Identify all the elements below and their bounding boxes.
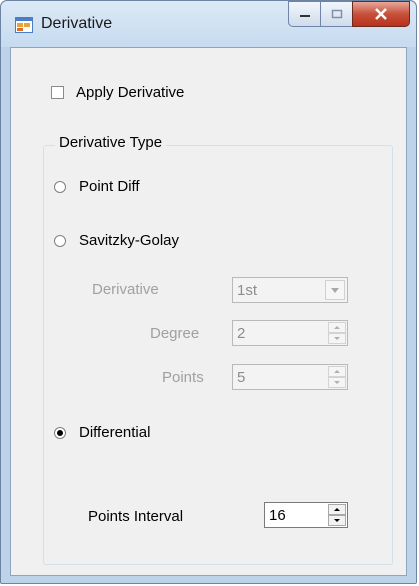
derivative-type-group: Derivative Type Point Diff Savitzky-Gola… bbox=[43, 134, 393, 565]
points-interval-label: Points Interval bbox=[88, 508, 184, 525]
sg-points-label: Points bbox=[162, 369, 204, 386]
spin-down-icon[interactable] bbox=[328, 377, 346, 388]
savitzky-golay-option[interactable]: Savitzky-Golay bbox=[54, 232, 179, 249]
differential-radio[interactable] bbox=[54, 426, 66, 439]
sg-points-spin bbox=[328, 366, 346, 388]
minimize-button[interactable] bbox=[288, 1, 320, 27]
spin-up-icon[interactable] bbox=[328, 504, 346, 515]
spin-up-icon[interactable] bbox=[328, 366, 346, 377]
caption-buttons bbox=[288, 1, 410, 29]
point-diff-label: Point Diff bbox=[79, 178, 140, 195]
sg-degree-spin bbox=[328, 322, 346, 344]
point-diff-radio[interactable] bbox=[54, 180, 66, 193]
sg-derivative-combo[interactable]: 1st bbox=[232, 277, 348, 303]
points-interval-value: 16 bbox=[269, 507, 286, 524]
spin-down-icon[interactable] bbox=[328, 333, 346, 344]
apply-derivative-checkbox-row[interactable]: Apply Derivative bbox=[51, 84, 184, 101]
maximize-button[interactable] bbox=[320, 1, 352, 27]
minimize-icon bbox=[299, 15, 310, 17]
sg-degree-stepper[interactable]: 2 bbox=[232, 320, 348, 346]
title-bar[interactable]: Derivative bbox=[1, 1, 416, 47]
form-icon bbox=[15, 17, 33, 33]
window-title: Derivative bbox=[41, 15, 113, 32]
apply-derivative-checkbox[interactable] bbox=[51, 86, 64, 99]
close-button[interactable] bbox=[352, 1, 410, 27]
sg-points-value: 5 bbox=[237, 369, 246, 386]
chevron-down-icon[interactable] bbox=[325, 280, 345, 300]
differential-option[interactable]: Differential bbox=[54, 424, 150, 441]
savitzky-golay-radio[interactable] bbox=[54, 234, 66, 247]
differential-label: Differential bbox=[79, 424, 151, 441]
point-diff-option[interactable]: Point Diff bbox=[54, 178, 140, 195]
maximize-icon bbox=[331, 9, 342, 19]
apply-derivative-label: Apply Derivative bbox=[76, 84, 185, 101]
derivative-type-legend: Derivative Type bbox=[55, 134, 167, 151]
sg-derivative-label: Derivative bbox=[92, 281, 159, 298]
spin-up-icon[interactable] bbox=[328, 322, 346, 333]
spin-down-icon[interactable] bbox=[328, 515, 346, 526]
points-interval-spin bbox=[328, 504, 346, 526]
points-interval-stepper[interactable]: 16 bbox=[264, 502, 348, 528]
savitzky-golay-label: Savitzky-Golay bbox=[79, 232, 180, 249]
sg-degree-value: 2 bbox=[237, 325, 246, 342]
sg-derivative-value: 1st bbox=[237, 282, 258, 299]
client-area: Apply Derivative Derivative Type Point D… bbox=[10, 47, 407, 576]
close-icon bbox=[375, 8, 387, 20]
derivative-window: Derivative Apply Derivative Derivative T… bbox=[0, 0, 417, 584]
sg-degree-label: Degree bbox=[150, 325, 200, 342]
sg-points-stepper[interactable]: 5 bbox=[232, 364, 348, 390]
